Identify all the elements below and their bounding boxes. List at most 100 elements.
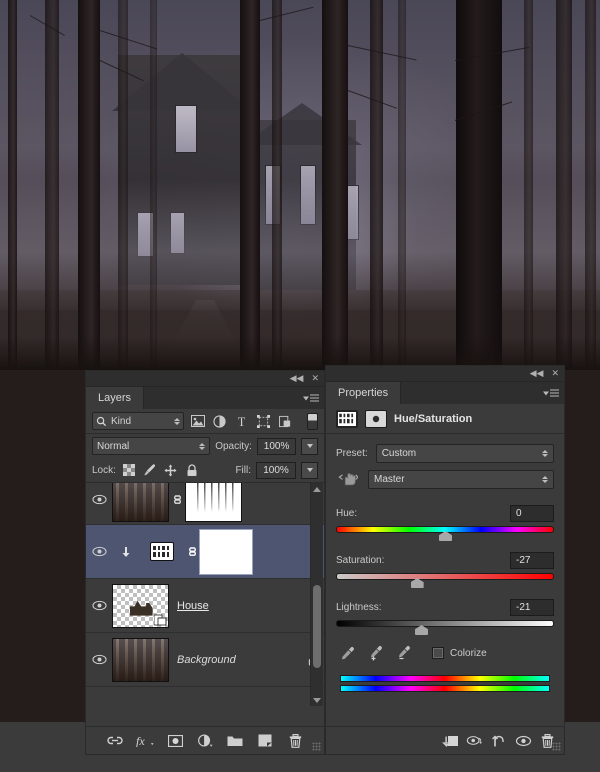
preset-label: Preset: [336, 447, 368, 459]
table-row[interactable]: House [86, 579, 324, 633]
layer-thumbnail[interactable] [112, 637, 169, 682]
fill-input[interactable]: 100% [256, 461, 296, 479]
new-group-icon[interactable] [226, 732, 244, 750]
layer-name-background[interactable]: Background [169, 654, 302, 666]
blend-mode-select[interactable]: Normal [92, 437, 211, 455]
tab-properties[interactable]: Properties [326, 382, 402, 404]
properties-panel: ◀◀ ✕ Properties Hue/Saturation Preset: C… [325, 365, 565, 755]
lock-position-icon[interactable] [163, 462, 179, 478]
layer-visibility-toggle[interactable] [86, 600, 112, 611]
type-layer-filter-icon[interactable]: T [233, 413, 250, 430]
collapse-icon[interactable]: ◀◀ [530, 369, 544, 378]
properties-panel-titlebar: ◀◀ ✕ [326, 366, 564, 382]
reset-adjustment-icon[interactable] [490, 732, 508, 750]
scrollbar-thumb[interactable] [313, 584, 321, 669]
new-adjustment-layer-icon[interactable] [196, 732, 214, 750]
layers-panel-menu-icon[interactable] [303, 394, 319, 402]
blend-opacity-row: Normal Opacity: 100% [86, 434, 324, 458]
layer-filter-kind-select[interactable]: Kind [92, 412, 184, 430]
layer-name-house[interactable]: House [169, 600, 324, 612]
layer-visibility-toggle[interactable] [86, 546, 112, 557]
close-icon[interactable]: ✕ [551, 369, 559, 378]
colorize-checkbox-box[interactable] [432, 647, 444, 659]
hue-slider[interactable] [336, 525, 554, 541]
hue-saturation-icon[interactable] [336, 409, 358, 428]
view-previous-state-icon[interactable] [466, 732, 484, 750]
blend-mode-spinner[interactable] [199, 442, 206, 450]
scroll-down-arrow-icon[interactable] [311, 694, 323, 706]
shape-layer-filter-icon[interactable] [255, 413, 272, 430]
source-spectrum-bar[interactable] [340, 675, 550, 682]
clip-to-layer-icon[interactable] [442, 732, 460, 750]
lightness-slider[interactable] [336, 619, 554, 635]
tab-layers-label: Layers [98, 392, 132, 404]
lock-label: Lock: [92, 464, 116, 476]
channel-value: Master [374, 473, 405, 485]
on-image-adjustment-icon[interactable] [336, 471, 360, 487]
eyedropper-icon[interactable] [340, 645, 356, 661]
preset-value: Custom [381, 447, 417, 459]
channel-spinner[interactable] [542, 475, 548, 483]
opacity-dropdown-icon[interactable] [301, 437, 318, 455]
pixel-layer-filter-icon[interactable] [189, 413, 206, 430]
hue-saturation-layer-icon[interactable] [150, 542, 174, 561]
new-layer-icon[interactable] [256, 732, 274, 750]
table-row[interactable] [86, 483, 324, 525]
adjustment-title: Hue/Saturation [394, 412, 473, 425]
preset-spinner[interactable] [542, 449, 548, 457]
lock-all-icon[interactable] [184, 462, 200, 478]
lock-transparency-icon[interactable] [121, 462, 137, 478]
link-layers-icon[interactable] [106, 732, 124, 750]
delete-layer-icon[interactable] [286, 732, 304, 750]
layer-thumbnail[interactable] [112, 583, 169, 628]
tab-layers[interactable]: Layers [86, 387, 145, 409]
layer-thumbnail[interactable] [112, 483, 169, 522]
layer-visibility-toggle[interactable] [86, 654, 112, 665]
tree-trunk [45, 0, 59, 370]
toggle-layer-visibility-icon[interactable] [514, 732, 532, 750]
tree-trunk [272, 0, 282, 370]
house-thumbnail-shape [129, 600, 153, 616]
lightness-slider-track[interactable] [336, 620, 554, 627]
tree-trunk [118, 0, 128, 370]
layer-list-scrollbar[interactable] [310, 483, 323, 706]
saturation-value-input[interactable]: -27 [510, 551, 554, 569]
panel-resize-grip[interactable] [552, 742, 561, 751]
layer-visibility-toggle[interactable] [86, 494, 112, 505]
saturation-slider[interactable] [336, 572, 554, 588]
table-row[interactable] [86, 525, 324, 579]
layer-mask-thumbnail[interactable] [185, 483, 242, 522]
table-row[interactable]: Background [86, 633, 324, 687]
scroll-up-arrow-icon[interactable] [311, 483, 323, 495]
close-icon[interactable]: ✕ [311, 374, 319, 383]
saturation-slider-track[interactable] [336, 573, 554, 580]
layer-mask-icon[interactable] [365, 409, 387, 428]
scrollbar-track[interactable] [311, 495, 323, 694]
layer-mask-thumbnail[interactable] [199, 528, 253, 575]
collapse-icon[interactable]: ◀◀ [290, 374, 304, 383]
add-layer-mask-icon[interactable] [166, 732, 184, 750]
opacity-input[interactable]: 100% [256, 437, 297, 455]
fill-dropdown-icon[interactable] [301, 461, 318, 479]
layer-list[interactable]: House Background [86, 483, 324, 706]
result-spectrum-bar[interactable] [340, 685, 550, 692]
layer-style-fx-icon[interactable]: fx [136, 732, 154, 750]
hue-value-input[interactable]: 0 [510, 504, 554, 522]
layer-filter-spinner[interactable] [174, 417, 180, 425]
tabbar-empty [401, 382, 564, 404]
adjustment-layer-filter-icon[interactable] [211, 413, 228, 430]
eyedropper-subtract-icon[interactable] [396, 645, 412, 661]
eyedropper-add-icon[interactable] [368, 645, 384, 661]
layer-mask-link-icon[interactable] [184, 545, 200, 558]
smart-object-filter-icon[interactable] [277, 413, 294, 430]
document-image[interactable] [0, 0, 600, 370]
colorize-checkbox[interactable]: Colorize [432, 647, 487, 659]
lock-image-icon[interactable] [142, 462, 158, 478]
lightness-value-input[interactable]: -21 [510, 598, 554, 616]
filter-enable-toggle[interactable] [307, 412, 318, 430]
properties-panel-menu-icon[interactable] [543, 389, 559, 397]
layer-mask-link-icon[interactable] [169, 493, 185, 506]
panel-resize-grip[interactable] [312, 742, 321, 751]
channel-select[interactable]: Master [368, 469, 554, 489]
preset-select[interactable]: Custom [375, 443, 554, 463]
